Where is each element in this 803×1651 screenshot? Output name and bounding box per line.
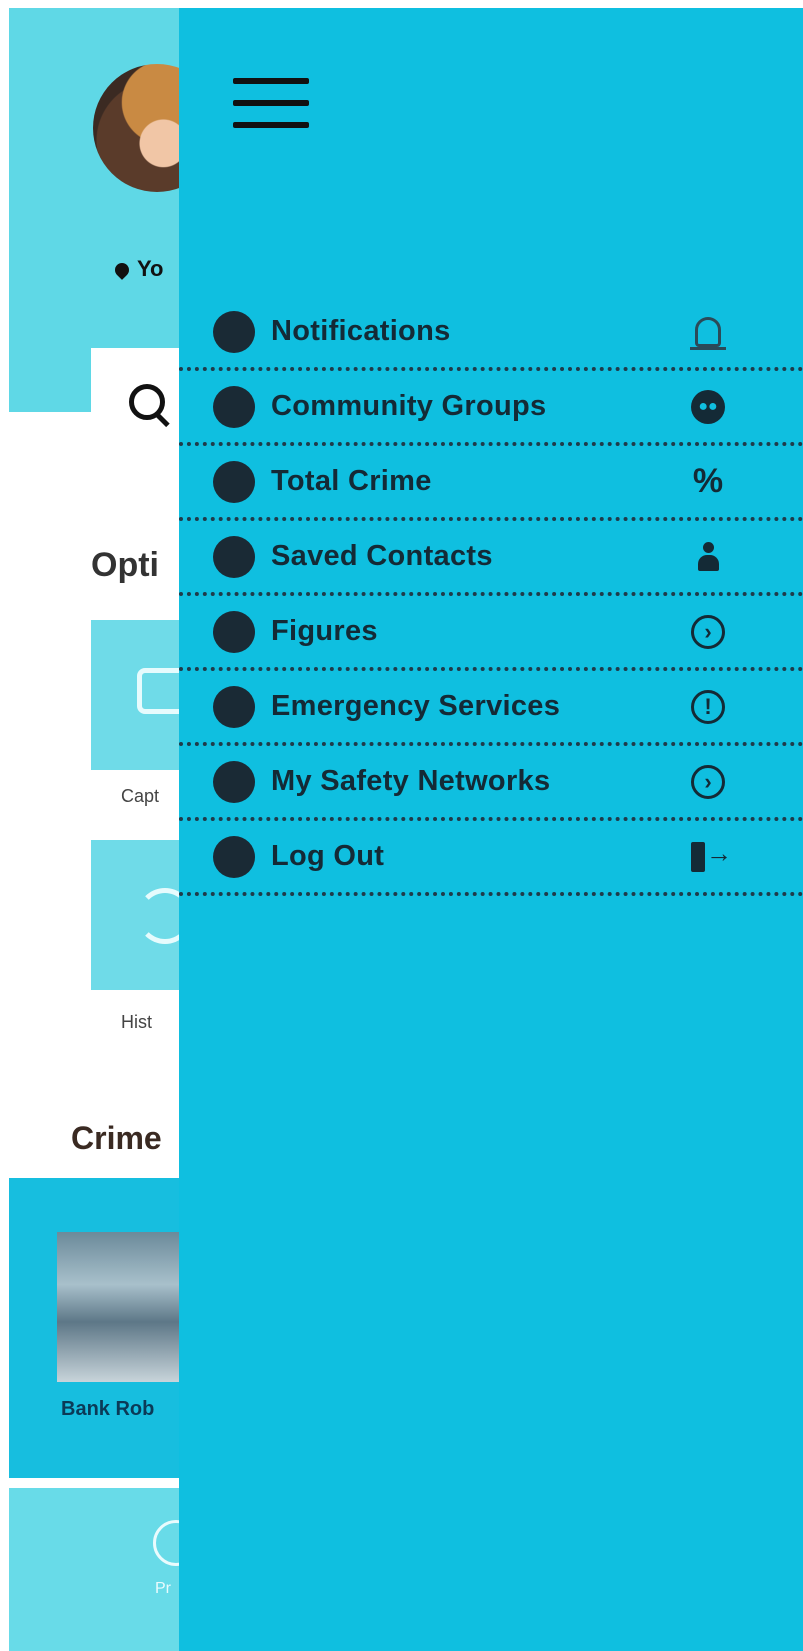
profile-nav-label: Pr	[155, 1580, 171, 1597]
menu-item-label: Notifications	[271, 315, 451, 347]
hamburger-line	[233, 78, 309, 84]
crime-heading: Crime	[71, 1120, 162, 1156]
exclamation-circle-icon: !	[687, 686, 729, 728]
location-pin-icon	[112, 260, 132, 280]
options-heading: Opti	[91, 546, 159, 584]
bullet-dot	[213, 685, 255, 728]
menu-item-figures[interactable]: Figures ›	[179, 596, 803, 671]
menu-item-label: Figures	[271, 615, 378, 647]
bullet-dot	[213, 460, 255, 503]
chevron-right-circle-icon: ›	[687, 761, 729, 803]
menu-item-label: Log Out	[271, 840, 385, 872]
app-screen: Yo Opti Capt Hist Crime Bank Rob Pr Noti…	[9, 8, 803, 1651]
menu-item-notifications[interactable]: Notifications	[179, 296, 803, 371]
navigation-drawer: Notifications Community Groups ●● Total …	[179, 8, 803, 1651]
hamburger-line	[233, 100, 309, 106]
chevron-right-circle-icon: ›	[687, 611, 729, 653]
bullet-dot	[213, 610, 255, 653]
menu-item-my-safety-networks[interactable]: My Safety Networks ›	[179, 746, 803, 821]
person-icon	[687, 536, 729, 578]
location-label: Yo	[112, 256, 164, 282]
crime-card-caption: Bank Rob	[61, 1398, 155, 1420]
history-tile-label: Hist	[121, 1012, 152, 1032]
bullet-dot	[213, 535, 255, 578]
menu-item-label: My Safety Networks	[271, 765, 551, 797]
menu-item-label: Community Groups	[271, 390, 547, 422]
capture-tile-label: Capt	[121, 786, 160, 806]
logout-door-icon	[687, 836, 732, 878]
group-icon: ●●	[687, 386, 729, 428]
drawer-menu: Notifications Community Groups ●● Total …	[179, 296, 803, 896]
menu-item-label: Emergency Services	[271, 690, 561, 722]
search-icon[interactable]	[129, 384, 165, 420]
bell-icon	[687, 311, 729, 353]
bullet-dot	[213, 310, 255, 353]
menu-item-saved-contacts[interactable]: Saved Contacts	[179, 521, 803, 596]
menu-item-label: Total Crime	[271, 465, 432, 497]
menu-item-emergency-services[interactable]: Emergency Services !	[179, 671, 803, 746]
bullet-dot	[213, 385, 255, 428]
menu-item-log-out[interactable]: Log Out	[179, 821, 803, 896]
percent-icon: %	[692, 462, 724, 500]
menu-item-total-crime[interactable]: Total Crime %	[179, 446, 803, 521]
menu-item-community-groups[interactable]: Community Groups ●●	[179, 371, 803, 446]
bullet-dot	[213, 760, 255, 803]
bullet-dot	[213, 835, 255, 878]
menu-item-label: Saved Contacts	[271, 540, 493, 572]
hamburger-line	[233, 122, 309, 128]
location-text: Yo	[137, 256, 164, 281]
hamburger-icon[interactable]	[233, 78, 309, 130]
